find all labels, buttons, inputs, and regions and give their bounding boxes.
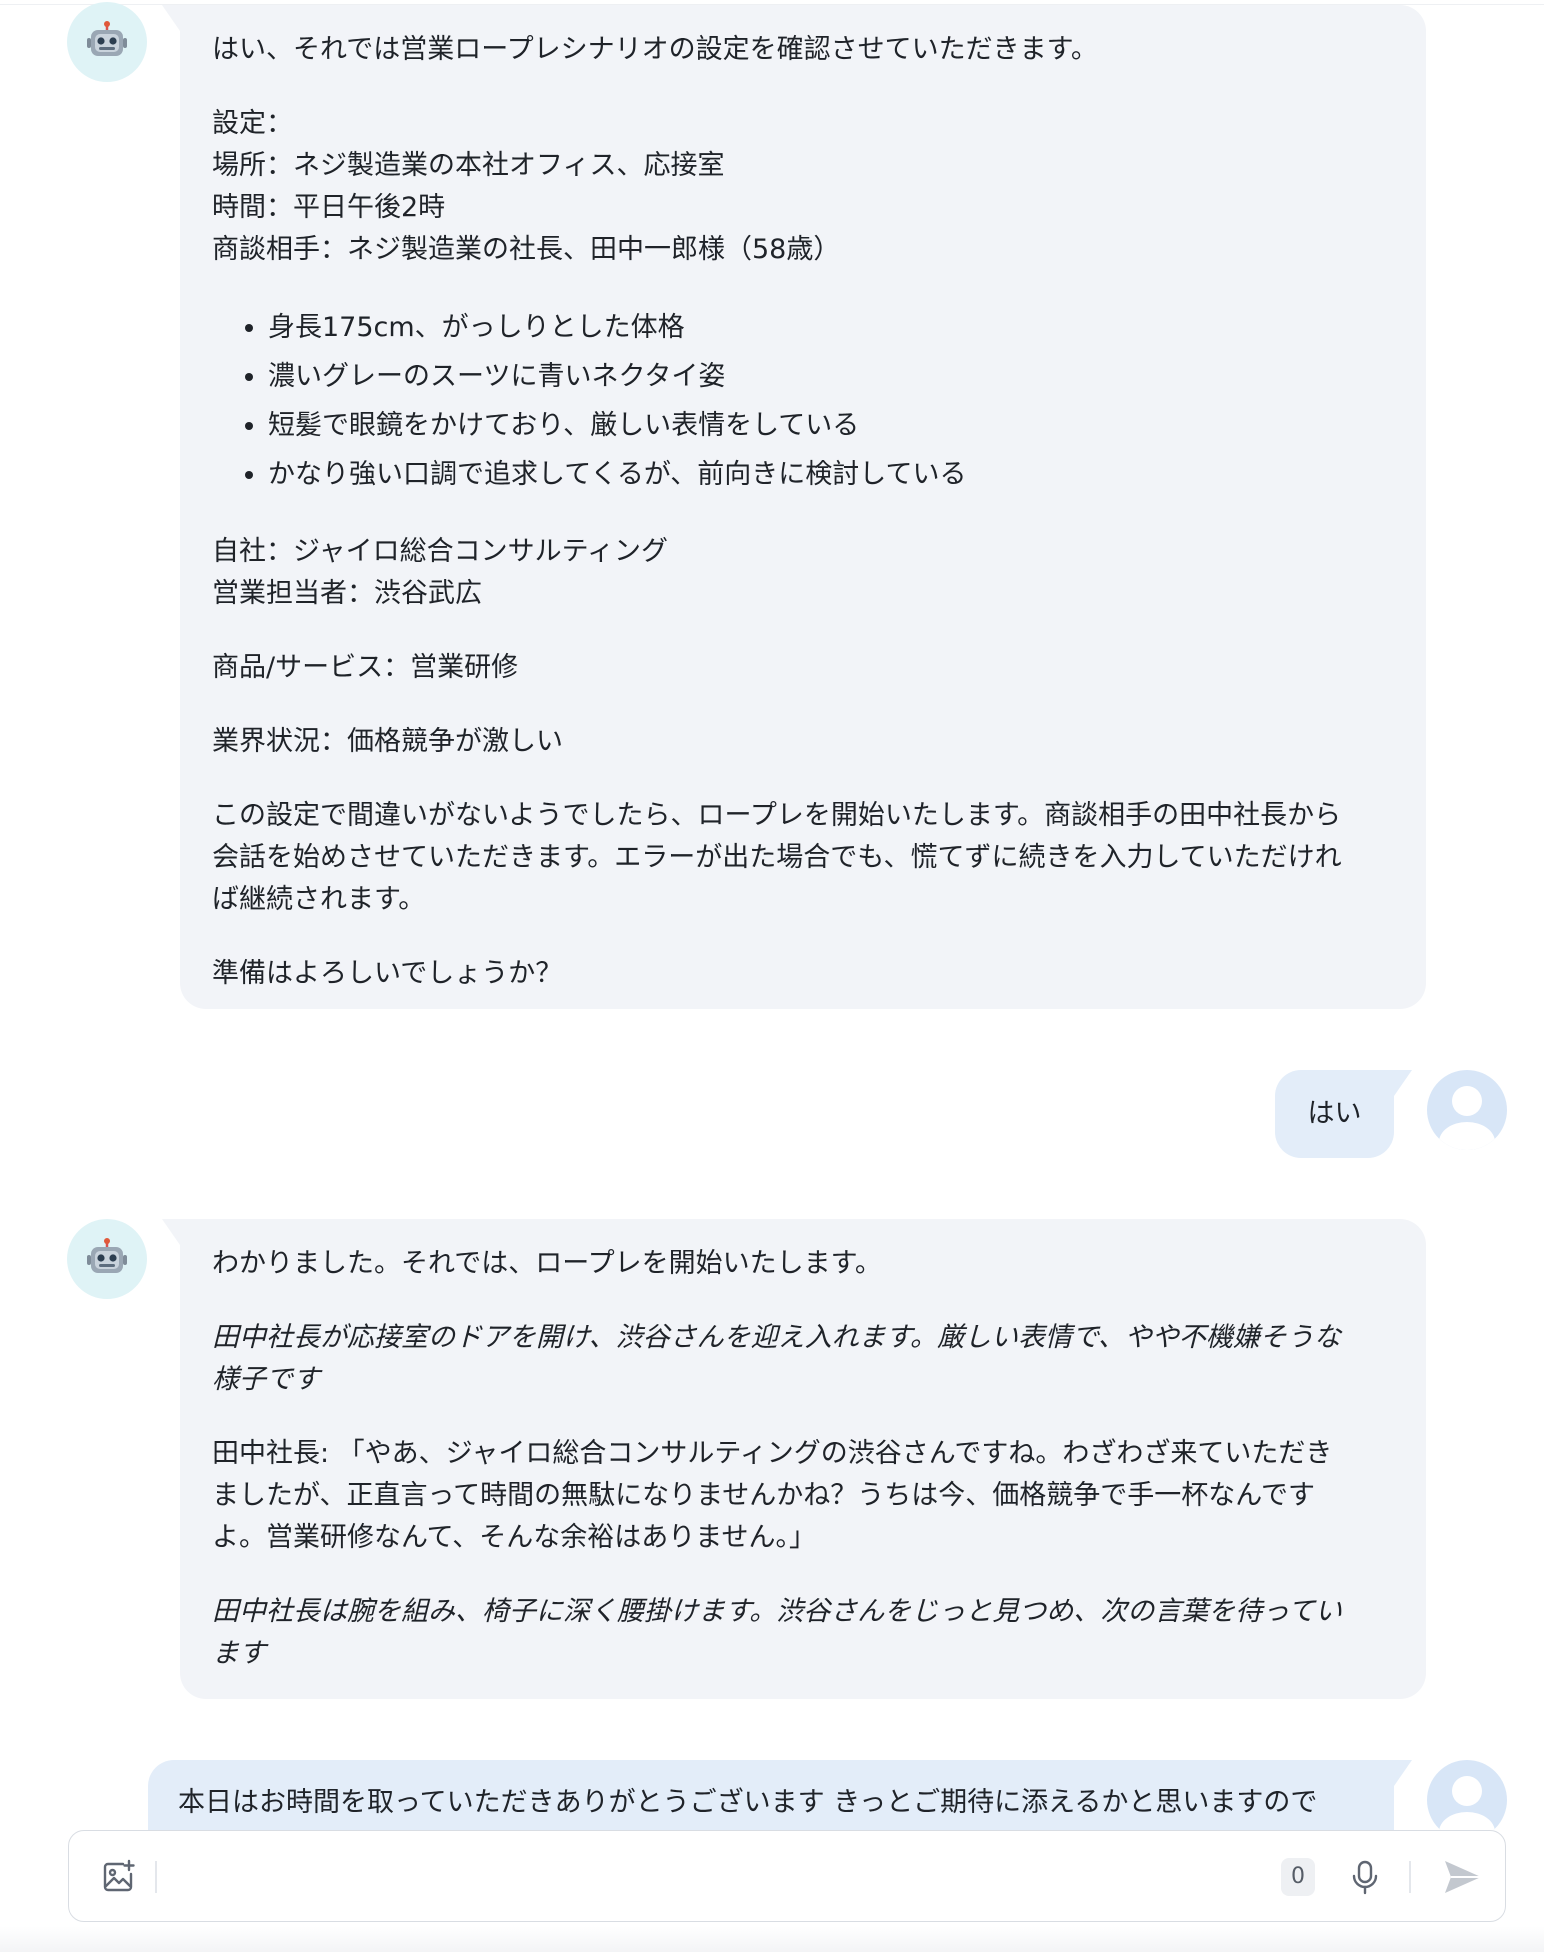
closing-line: この設定で間違いがないようでしたら、ロープレを開始いたします。商談相手の田中社長… <box>212 800 1342 831</box>
speech-line: 田中社長: 「やあ、ジャイロ総合コンサルティングの渋谷さんですね。わざわざ来てい… <box>212 1438 1333 1469</box>
robot-icon <box>87 21 127 56</box>
assistant-message: わかりました。それでは、ロープレを開始いたします。 田中社長が応接室のドアを開け… <box>162 1219 1426 1699</box>
company-line: 自社：ジャイロ総合コンサルティング <box>212 536 669 567</box>
narration-line: 田中社長が応接室のドアを開け、渋谷さんを迎え入れます。厳しい表情で、やや不機嫌そ… <box>212 1322 1341 1353</box>
narration-line: 田中社長は腕を組み、椅子に深く腰掛けます。渋谷さんをじっと見つめ、次の言葉を待っ… <box>212 1596 1342 1627</box>
microphone-icon <box>1352 1860 1378 1895</box>
divider <box>155 1861 157 1893</box>
user-avatar <box>1427 1070 1507 1150</box>
divider <box>1409 1861 1411 1893</box>
user-avatar <box>1427 1760 1507 1830</box>
message-composer: 0 <box>68 1830 1506 1922</box>
send-button[interactable] <box>1441 1857 1485 1897</box>
list-item: 濃いグレーのスーツに青いネクタイ姿 <box>268 352 1386 401</box>
narration-line: ます <box>212 1638 266 1669</box>
image-plus-icon <box>103 1859 135 1892</box>
assistant-message: はい、それでは営業ロープレシナリオの設定を確認させていただきます。 設定： 場所… <box>162 5 1426 1009</box>
robot-icon <box>87 1238 127 1273</box>
chat-thread[interactable]: はい、それでは営業ロープレシナリオの設定を確認させていただきます。 設定： 場所… <box>0 0 1544 1830</box>
industry-text: 業界状況：価格競争が激しい <box>212 726 563 757</box>
character-speech: 田中社長: 「やあ、ジャイロ総合コンサルティングの渋谷さんですね。わざわざ来てい… <box>212 1433 1386 1559</box>
closing-block: この設定で間違いがないようでしたら、ロープレを開始いたします。商談相手の田中社長… <box>212 795 1386 921</box>
message-input[interactable] <box>239 1851 1323 1905</box>
narration-text: 田中社長は腕を組み、椅子に深く腰掛けます。渋谷さんをじっと見つめ、次の言葉を待っ… <box>212 1591 1386 1675</box>
speech-line: ましたが、正直言って時間の無駄になりませんかね？うちは今、価格競争で手一杯なんで… <box>212 1480 1315 1511</box>
user-silhouette-icon <box>1439 1086 1495 1150</box>
bottom-shadow <box>0 1926 1544 1952</box>
product-text: 商品/サービス：営業研修 <box>212 652 519 683</box>
setting-line: 商談相手：ネジ製造業の社長、田中一郎様（58歳） <box>212 234 841 265</box>
user-message: 本日はお時間を取っていただきありがとうございます きっとご期待に添えるかと思いま… <box>148 1760 1412 1830</box>
image-upload-button[interactable] <box>99 1858 137 1896</box>
list-item: 短髪で眼鏡をかけており、厳しい表情をしている <box>268 401 1386 450</box>
character-traits-list: 身長175cm、がっしりとした体格 濃いグレーのスーツに青いネクタイ姿 短髪で眼… <box>212 303 1386 499</box>
user-message-text: はい <box>1307 1098 1362 1129</box>
bot-avatar <box>67 2 147 82</box>
setting-line: 時間：平日午後2時 <box>212 192 446 223</box>
message-intro: はい、それでは営業ロープレシナリオの設定を確認させていただきます。 <box>212 34 1098 65</box>
setting-line: 設定： <box>212 108 293 139</box>
speech-line: よ。営業研修なんて、そんな余裕はありません。」 <box>212 1522 816 1553</box>
user-message-text: 本日はお時間を取っていただきありがとうございます きっとご期待に添えるかと思いま… <box>178 1787 1318 1818</box>
setting-line: 場所：ネジ製造業の本社オフィス、応接室 <box>212 150 725 181</box>
list-item: かなり強い口調で追求してくるが、前向きに検討している <box>268 450 1386 499</box>
user-silhouette-icon <box>1439 1776 1495 1830</box>
message-intro: わかりました。それでは、ロープレを開始いたします。 <box>212 1248 882 1279</box>
user-message: はい <box>1275 1070 1412 1158</box>
send-icon <box>1445 1861 1481 1893</box>
narration-text: 田中社長が応接室のドアを開け、渋谷さんを迎え入れます。厳しい表情で、やや不機嫌そ… <box>212 1317 1386 1401</box>
closing-line: 会話を始めさせていただきます。エラーが出た場合でも、慌てずに続きを入力していただ… <box>212 842 1342 873</box>
list-item: 身長175cm、がっしりとした体格 <box>268 303 1386 352</box>
company-block: 自社：ジャイロ総合コンサルティング 営業担当者：渋谷武広 <box>212 531 1386 615</box>
closing-line: ば継続されます。 <box>212 884 426 915</box>
setting-block: 設定： 場所：ネジ製造業の本社オフィス、応接室 時間：平日午後2時 商談相手：ネ… <box>212 103 1386 271</box>
narration-line: 様子です <box>212 1364 320 1395</box>
company-line: 営業担当者：渋谷武広 <box>212 578 482 609</box>
bot-avatar <box>67 1219 147 1299</box>
voice-input-button[interactable] <box>1345 1857 1385 1897</box>
question-text: 準備はよろしいでしょうか？ <box>212 958 563 989</box>
character-counter: 0 <box>1281 1858 1315 1896</box>
